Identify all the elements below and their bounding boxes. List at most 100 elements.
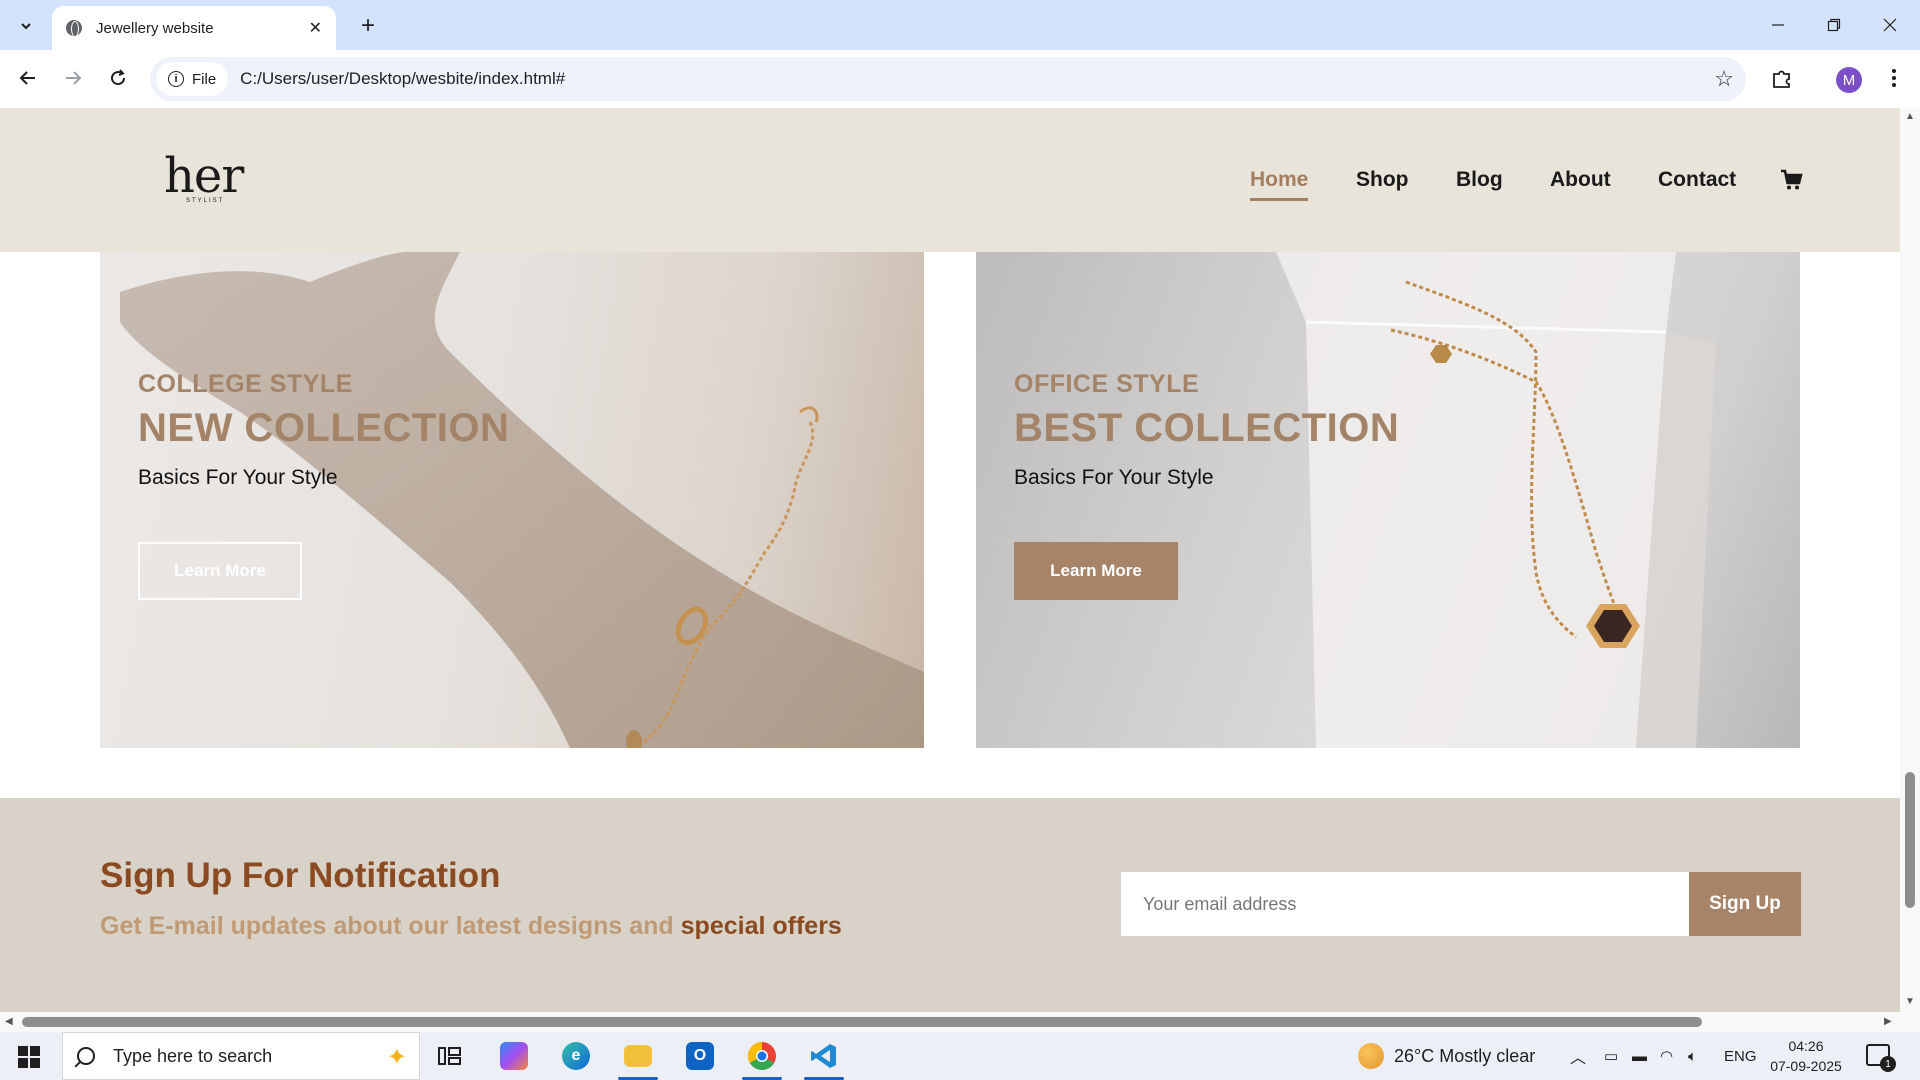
- file-explorer-button[interactable]: [618, 1038, 658, 1080]
- weather-moon-icon: [1358, 1043, 1384, 1069]
- vscode-icon: [811, 1044, 836, 1068]
- back-arrow-icon: [19, 71, 35, 85]
- copilot-app-button[interactable]: [494, 1038, 534, 1074]
- weather-widget[interactable]: 26°C Mostly clear: [1358, 1032, 1535, 1080]
- newsletter-signup: Sign Up For Notification Get E-mail upda…: [0, 798, 1900, 1012]
- back-button[interactable]: [12, 62, 44, 94]
- vertical-scrollbar-thumb[interactable]: [1905, 772, 1915, 908]
- outlook-icon: O: [686, 1042, 714, 1070]
- signup-form: Sign Up: [1121, 872, 1801, 936]
- banner-kicker: COLLEGE STYLE: [138, 370, 353, 398]
- banner-heading: NEW COLLECTION: [138, 406, 510, 450]
- vscode-app-button[interactable]: [804, 1038, 844, 1080]
- vertical-scrollbar[interactable]: ▲ ▼: [1900, 108, 1920, 1012]
- minimize-button[interactable]: [1750, 0, 1806, 50]
- puzzle-icon: [1773, 70, 1790, 88]
- language-indicator[interactable]: ENG: [1724, 1032, 1757, 1080]
- folder-icon: [624, 1045, 652, 1067]
- restore-icon: [1827, 18, 1841, 32]
- meet-now-icon[interactable]: ▭: [1604, 1032, 1618, 1080]
- site-header: her STYLIST Home Shop Blog About Contact: [0, 108, 1900, 252]
- nav-contact[interactable]: Contact: [1658, 168, 1736, 192]
- taskbar-search-box[interactable]: Type here to search ✦: [62, 1032, 420, 1080]
- weather-text: 26°C Mostly clear: [1394, 1045, 1536, 1066]
- close-window-button[interactable]: [1862, 0, 1918, 50]
- outlook-app-button[interactable]: O: [680, 1038, 720, 1074]
- info-icon: i: [168, 71, 184, 87]
- browser-menu-button[interactable]: [1878, 62, 1910, 94]
- sign-up-button[interactable]: Sign Up: [1689, 872, 1801, 936]
- nav-shop[interactable]: Shop: [1356, 168, 1409, 192]
- college-style-banner: COLLEGE STYLE NEW COLLECTION Basics For …: [100, 252, 924, 748]
- extensions-button[interactable]: [1766, 62, 1798, 94]
- kebab-menu-icon: [1892, 69, 1896, 87]
- reload-button[interactable]: [102, 62, 134, 94]
- task-view-icon: [438, 1047, 461, 1065]
- address-bar[interactable]: i File C:/Users/user/Desktop/wesbite/ind…: [150, 57, 1746, 101]
- chevron-down-icon: [21, 23, 31, 30]
- restore-button[interactable]: [1806, 0, 1862, 50]
- signup-subtitle: Get E-mail updates about our latest desi…: [100, 912, 842, 941]
- url-text[interactable]: C:/Users/user/Desktop/wesbite/index.html…: [240, 69, 565, 89]
- notification-count-badge: 1: [1880, 1056, 1896, 1072]
- edge-app-button[interactable]: e: [556, 1038, 596, 1074]
- close-icon: [1883, 18, 1897, 32]
- tab-close-icon[interactable]: ✕: [309, 18, 322, 38]
- browser-tabstrip: Jewellery website ✕ +: [0, 0, 1920, 50]
- horizontal-scrollbar-thumb[interactable]: [22, 1017, 1702, 1027]
- new-tab-button[interactable]: +: [352, 10, 384, 42]
- clock-time: 04:26: [1788, 1038, 1824, 1054]
- forward-arrow-icon: [66, 71, 82, 85]
- site-logo-subtitle: STYLIST: [186, 198, 225, 204]
- tab-title: Jewellery website: [96, 19, 214, 37]
- site-info-chip[interactable]: i File: [156, 62, 229, 96]
- banner-kicker: OFFICE STYLE: [1014, 370, 1200, 398]
- bracelet-photo: [120, 252, 924, 748]
- volume-icon[interactable]: 🔈︎: [1688, 1032, 1697, 1080]
- scroll-left-arrow-icon[interactable]: ◀: [5, 1016, 13, 1027]
- signup-title: Sign Up For Notification: [100, 856, 501, 895]
- nav-about[interactable]: About: [1550, 168, 1611, 192]
- scroll-down-arrow-icon[interactable]: ▼: [1905, 996, 1915, 1007]
- profile-avatar[interactable]: M: [1836, 67, 1862, 93]
- task-view-button[interactable]: [430, 1038, 470, 1074]
- banner-heading: BEST COLLECTION: [1014, 406, 1400, 450]
- battery-icon[interactable]: ▬: [1632, 1032, 1647, 1080]
- page-viewport: her STYLIST Home Shop Blog About Contact: [0, 108, 1900, 1012]
- banner-subtext: Basics For Your Style: [138, 466, 338, 489]
- office-style-banner: OFFICE STYLE BEST COLLECTION Basics For …: [976, 252, 1800, 748]
- chrome-app-button[interactable]: [742, 1038, 782, 1080]
- taskbar-clock[interactable]: 04:26 07-09-2025: [1766, 1036, 1846, 1076]
- site-info-label: File: [192, 70, 217, 88]
- email-field[interactable]: [1121, 872, 1689, 936]
- chrome-icon: [748, 1042, 776, 1070]
- learn-more-button[interactable]: Learn More: [138, 542, 302, 600]
- reload-icon: [111, 69, 126, 86]
- copilot-sparkle-icon: ✦: [386, 1044, 407, 1071]
- wifi-icon[interactable]: ◠: [1660, 1032, 1673, 1080]
- banner-subtext: Basics For Your Style: [1014, 466, 1214, 489]
- tab-search-button[interactable]: [10, 10, 42, 42]
- bookmark-star-icon[interactable]: ☆: [1714, 66, 1734, 92]
- necklace-photo: [1276, 252, 1716, 748]
- taskbar-search-placeholder: Type here to search: [113, 1045, 273, 1066]
- globe-icon: [66, 20, 82, 37]
- minimize-icon: [1772, 24, 1784, 26]
- site-logo[interactable]: her: [164, 148, 244, 204]
- nav-home[interactable]: Home: [1250, 168, 1309, 201]
- copilot-icon: [500, 1042, 528, 1070]
- scroll-right-arrow-icon[interactable]: ▶: [1884, 1016, 1892, 1027]
- forward-button[interactable]: [57, 62, 89, 94]
- learn-more-button[interactable]: Learn More: [1014, 542, 1178, 600]
- clock-date: 07-09-2025: [1770, 1058, 1842, 1074]
- horizontal-scrollbar[interactable]: ◀ ▶: [0, 1012, 1920, 1032]
- signup-subtitle-emphasis: special offers: [680, 912, 842, 940]
- edge-icon: e: [562, 1042, 590, 1070]
- cart-icon[interactable]: [1780, 168, 1804, 192]
- show-hidden-icons[interactable]: ︿: [1570, 1032, 1586, 1080]
- windows-start-icon[interactable]: [18, 1046, 40, 1068]
- scroll-up-arrow-icon[interactable]: ▲: [1905, 111, 1915, 122]
- search-icon: [77, 1047, 95, 1065]
- browser-tab[interactable]: Jewellery website ✕: [52, 6, 336, 50]
- nav-blog[interactable]: Blog: [1456, 168, 1503, 192]
